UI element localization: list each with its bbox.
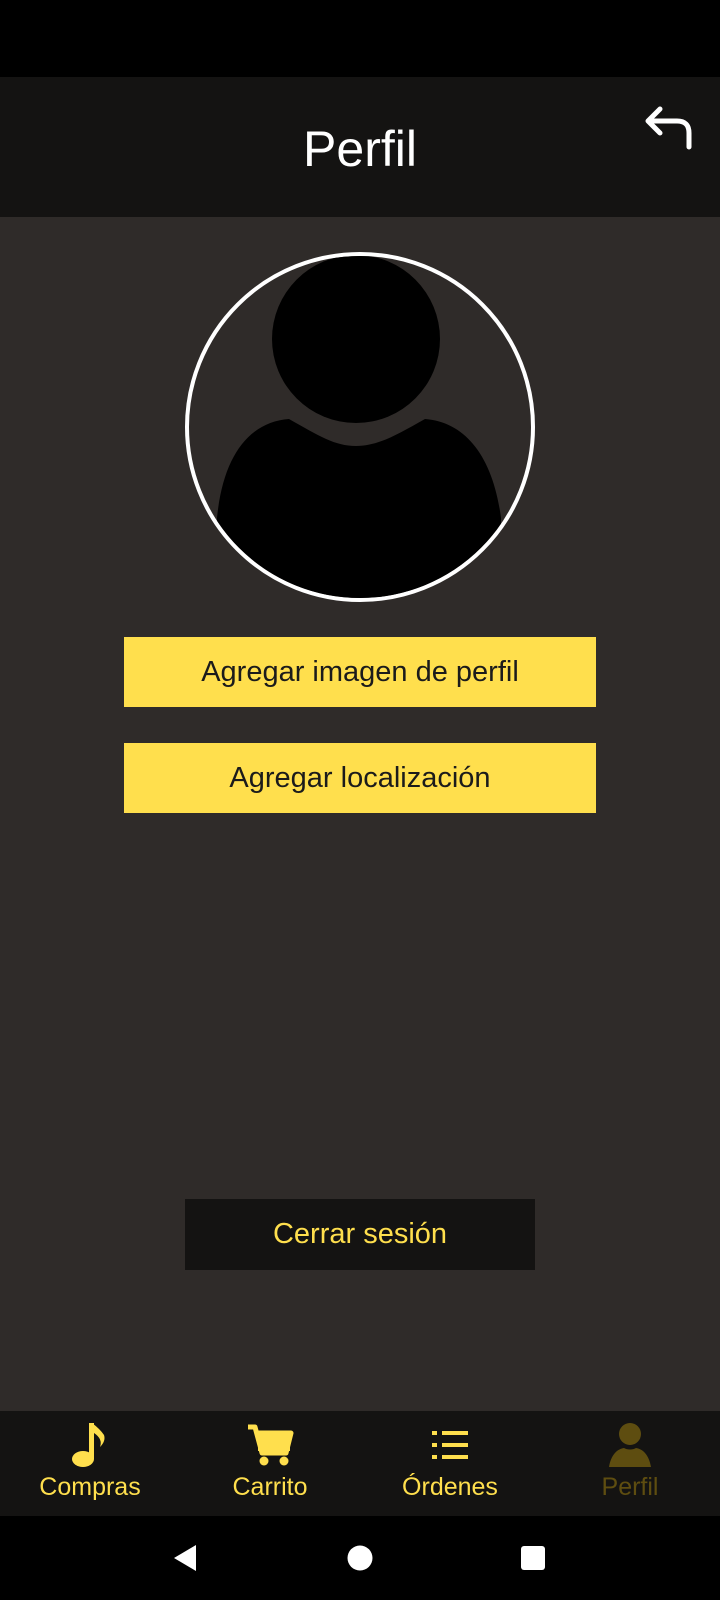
square-recents-icon [521,1546,545,1570]
logout-button[interactable]: Cerrar sesión [185,1199,535,1270]
nav-label-perfil: Perfil [601,1473,659,1501]
system-recents-button[interactable] [513,1538,553,1578]
nav-item-compras[interactable]: Compras [0,1411,180,1516]
add-location-button[interactable]: Agregar localización [124,743,596,813]
system-navigation-bar [0,1516,720,1600]
person-icon [606,1421,654,1469]
app-bar: Perfil [0,77,720,217]
add-profile-image-button[interactable]: Agregar imagen de perfil [124,637,596,707]
avatar [185,252,535,602]
music-note-icon [66,1421,114,1469]
page-title: Perfil [303,121,417,177]
list-icon [426,1421,474,1469]
nav-label-compras: Compras [39,1473,141,1501]
system-back-button[interactable] [165,1538,205,1578]
shopping-cart-icon [246,1421,294,1469]
nav-item-ordenes[interactable]: Órdenes [360,1411,540,1516]
system-home-button[interactable] [340,1538,380,1578]
circle-home-icon [347,1545,373,1571]
status-bar [0,0,720,77]
nav-item-carrito[interactable]: Carrito [180,1411,360,1516]
back-button[interactable] [638,99,700,155]
person-silhouette-icon [217,256,501,598]
bottom-navigation: Compras Carrito Órdenes Perfil [0,1411,720,1516]
undo-arrow-icon [645,106,692,150]
nav-label-carrito: Carrito [232,1473,308,1501]
profile-screen: Perfil Agregar imagen de perfil Agregar … [0,0,720,1600]
triangle-back-icon [174,1545,196,1571]
nav-label-ordenes: Órdenes [402,1473,498,1501]
profile-content: Agregar imagen de perfil Agregar localiz… [0,217,720,1411]
nav-item-perfil[interactable]: Perfil [540,1411,720,1516]
